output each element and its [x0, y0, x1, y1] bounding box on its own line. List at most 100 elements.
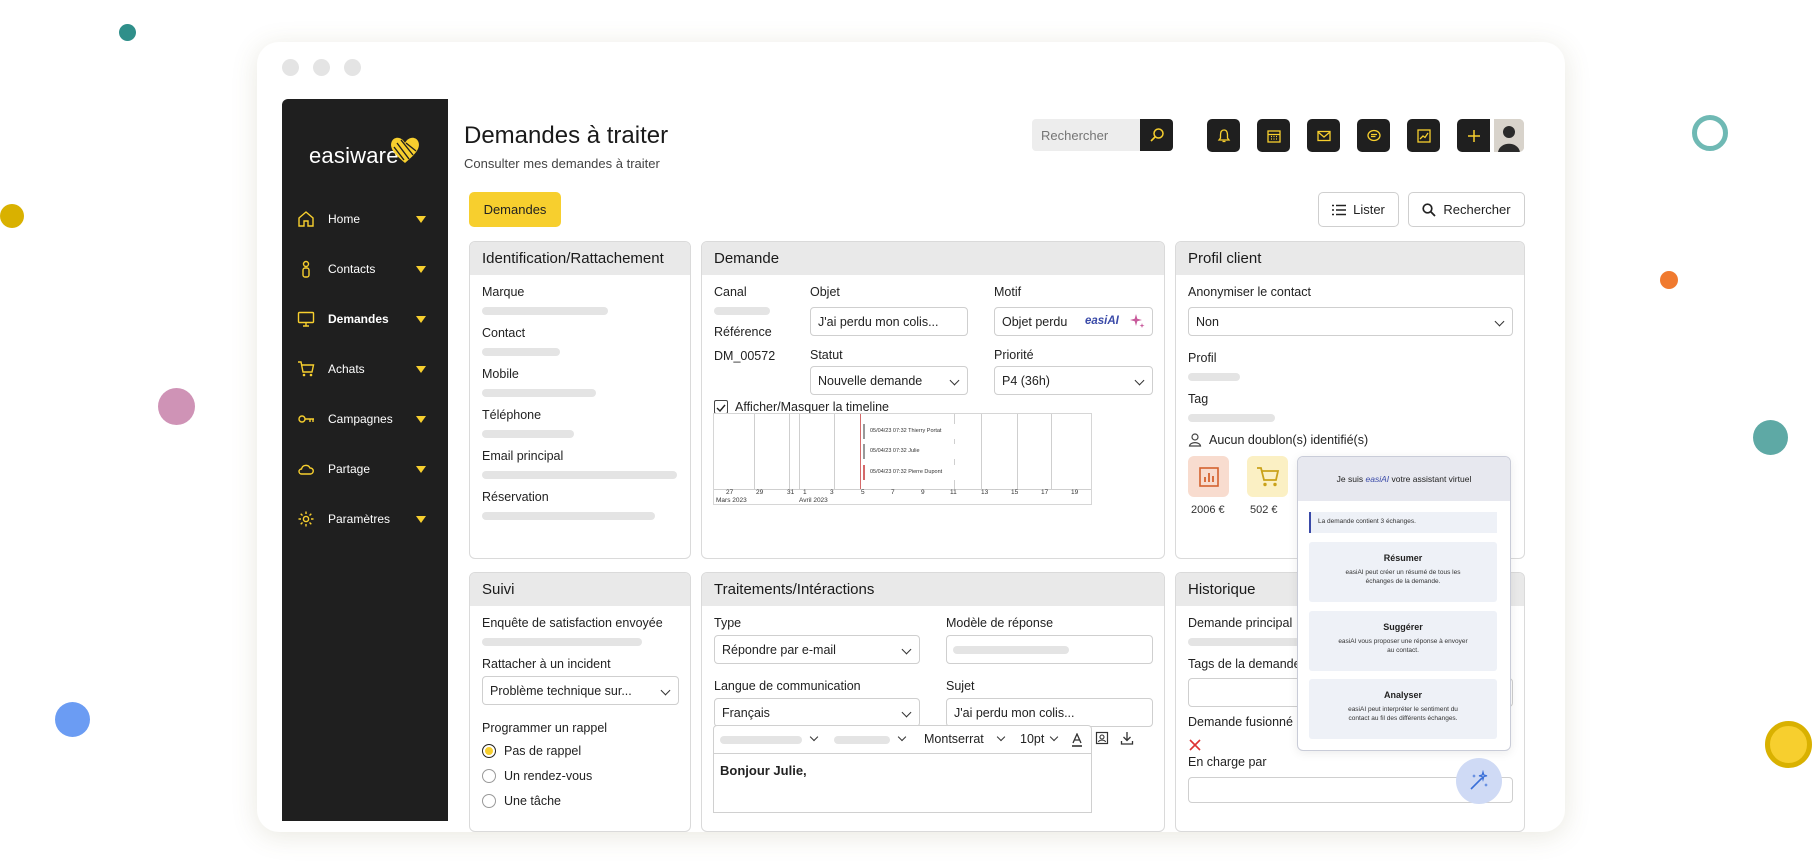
radio-tache[interactable] — [482, 794, 496, 808]
modele-select[interactable] — [946, 635, 1153, 664]
radio-pas-de-rappel[interactable] — [482, 744, 496, 758]
window-dot-1[interactable] — [282, 59, 299, 76]
objet-input[interactable]: J'ai perdu mon colis... — [810, 307, 968, 336]
page-title: Demandes à traiter — [464, 122, 669, 149]
chevron-down-icon[interactable] — [416, 515, 426, 523]
sidebar-item-partage[interactable]: Partage — [282, 449, 448, 489]
timeline-event[interactable]: 05/04/23 07:32 Pierre Dupont — [863, 465, 958, 480]
chat-button[interactable] — [1357, 119, 1390, 152]
timeline-event[interactable]: 05/04/23 07:32 Thierry Portat — [863, 424, 958, 439]
font-size-select[interactable]: 10pt — [1020, 732, 1044, 746]
chevron-down-icon — [901, 707, 912, 718]
avatar[interactable] — [1494, 119, 1524, 152]
timeline-event[interactable]: 05/04/23 07:32 Julie — [863, 444, 958, 459]
profil-value — [1188, 373, 1240, 381]
timeline-tick: 5 — [861, 489, 865, 496]
timeline-toggle-label[interactable]: Afficher/Masquer la timeline — [735, 400, 889, 414]
template-icon[interactable] — [1095, 731, 1109, 745]
timeline-chart[interactable]: 05/04/23 07:32 Thierry Portat 05/04/23 0… — [713, 413, 1092, 505]
langue-select[interactable]: Français — [714, 698, 920, 727]
chevron-down-icon[interactable] — [996, 732, 1006, 742]
encharge-label: En charge par — [1188, 755, 1267, 769]
chevron-down-icon[interactable] — [416, 315, 426, 323]
font-family-select[interactable]: Montserrat — [924, 732, 984, 746]
motif-input[interactable]: Objet perdu easiAI — [994, 307, 1153, 336]
timeline-tick: 15 — [1011, 489, 1019, 496]
chevron-down-icon — [1134, 375, 1145, 386]
chevron-down-icon[interactable] — [809, 732, 819, 742]
home-icon — [296, 209, 316, 229]
statut-label: Statut — [810, 348, 843, 362]
option-label[interactable]: Un rendez-vous — [504, 769, 592, 783]
sidebar-item-parametres[interactable]: Paramètres — [282, 499, 448, 539]
chevron-down-icon[interactable] — [416, 365, 426, 373]
window-dot-2[interactable] — [313, 59, 330, 76]
monitor-icon — [296, 309, 316, 329]
timeline-tick: 17 — [1041, 489, 1049, 496]
contact-label: Contact — [482, 326, 526, 340]
decor-dot-pink — [158, 388, 195, 425]
chevron-down-icon[interactable] — [416, 415, 426, 423]
incident-label: Rattacher à un incident — [482, 657, 611, 671]
anonymiser-select[interactable]: Non — [1188, 307, 1513, 336]
window-dot-3[interactable] — [344, 59, 361, 76]
sidebar-item-home[interactable]: Home — [282, 199, 448, 239]
sidebar-item-campagnes[interactable]: Campagnes — [282, 399, 448, 439]
email-body-editor[interactable]: Bonjour Julie, — [713, 753, 1092, 813]
radio-rendez-vous[interactable] — [482, 769, 496, 783]
option-label[interactable]: Pas de rappel — [504, 744, 581, 758]
text-color-icon[interactable] — [1071, 733, 1083, 747]
notifications-button[interactable] — [1207, 119, 1240, 152]
key-icon — [296, 409, 316, 429]
search-input[interactable] — [1032, 119, 1142, 151]
priorite-select[interactable]: P4 (36h) — [994, 366, 1153, 395]
type-select[interactable]: Répondre par e-mail — [714, 635, 920, 664]
ai-card-resumer[interactable]: Résumer easiAI peut créer un résumé de t… — [1309, 542, 1497, 602]
search-button[interactable] — [1140, 119, 1173, 151]
mail-button[interactable] — [1307, 119, 1340, 152]
ai-assistant-button[interactable] — [1456, 758, 1502, 804]
chevron-down-icon[interactable] — [416, 465, 426, 473]
demandes-tab-button[interactable]: Demandes — [469, 192, 561, 227]
sidebar-item-achats[interactable]: Achats — [282, 349, 448, 389]
chevron-down-icon — [949, 375, 960, 386]
rechercher-button[interactable]: Rechercher — [1408, 192, 1525, 227]
lister-button[interactable]: Lister — [1318, 192, 1399, 227]
chevron-down-icon[interactable] — [1049, 732, 1059, 742]
sidebar: easiware Home Contacts Demandes Achats C… — [282, 99, 448, 821]
calendar-button[interactable] — [1257, 119, 1290, 152]
kpi-chart-box[interactable] — [1188, 456, 1229, 497]
timeline-checkbox[interactable] — [714, 400, 728, 414]
sidebar-item-demandes[interactable]: Demandes — [282, 299, 448, 339]
kpi-value-2: 502 € — [1250, 504, 1278, 516]
timeline-month: Avril 2023 — [799, 497, 828, 504]
sidebar-item-contacts[interactable]: Contacts — [282, 249, 448, 289]
stats-button[interactable] — [1407, 119, 1440, 152]
add-button[interactable] — [1457, 119, 1490, 152]
demande-principale-label: Demande principal — [1188, 616, 1293, 630]
calendar-icon — [1266, 129, 1281, 143]
chart-icon — [1416, 128, 1431, 143]
brand-logo[interactable]: easiware — [309, 137, 429, 177]
chevron-down-icon — [660, 685, 671, 696]
tag-value — [1188, 414, 1275, 422]
option-label[interactable]: Une tâche — [504, 794, 561, 808]
sujet-input[interactable]: J'ai perdu mon colis... — [946, 698, 1153, 727]
statut-select[interactable]: Nouvelle demande — [810, 366, 968, 395]
sparkle-icon — [1130, 314, 1145, 328]
chevron-down-icon[interactable] — [897, 732, 907, 742]
mobile-label: Mobile — [482, 367, 519, 381]
panel-title: Identification/Rattachement — [470, 242, 690, 275]
type-label: Type — [714, 616, 742, 630]
magic-wand-icon — [1470, 770, 1488, 790]
incident-select[interactable]: Problème technique sur... — [482, 676, 679, 705]
ai-card-analyser[interactable]: Analyser easiAI peut interpréter le sent… — [1309, 679, 1497, 739]
ai-card-suggerer[interactable]: Suggérer easiAI vous proposer une répons… — [1309, 611, 1497, 671]
download-icon[interactable] — [1120, 731, 1134, 745]
timeline-tick: 19 — [1071, 489, 1079, 496]
chevron-down-icon[interactable] — [416, 265, 426, 273]
easiai-tag: easiAI — [1085, 315, 1119, 327]
kpi-cart-box[interactable] — [1247, 456, 1288, 497]
ai-info-message: La demande contient 3 échanges. — [1309, 512, 1497, 533]
chevron-down-icon[interactable] — [416, 215, 426, 223]
